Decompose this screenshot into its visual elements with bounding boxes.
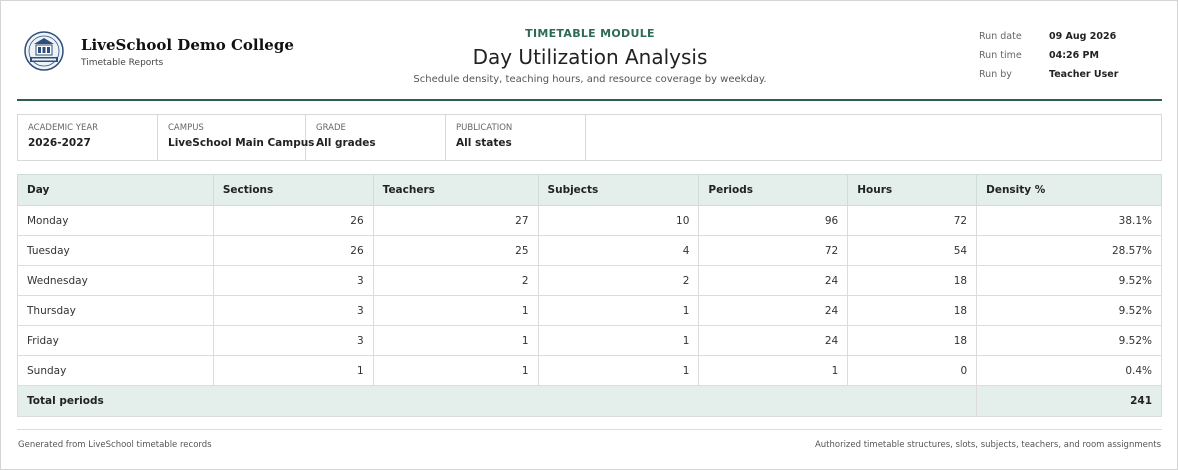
day-utilization-table: Day Sections Teachers Subjects Periods H…	[16, 174, 1162, 417]
total-value: 241	[976, 385, 1162, 417]
report-page: LiveSchool Demo College Timetable Report…	[0, 0, 1178, 470]
cell-sections: 3	[212, 265, 374, 296]
table-header-row: Day Sections Teachers Subjects Periods H…	[17, 174, 1162, 206]
column-header-sections: Sections	[212, 174, 374, 206]
cell-day: Sunday	[17, 355, 214, 386]
table-row: Sunday 1 1 1 1 0 0.4%	[17, 355, 1162, 386]
cell-periods: 96	[698, 205, 849, 236]
cell-day: Wednesday	[17, 265, 214, 296]
run-time-label: Run time	[979, 50, 1022, 61]
cell-subjects: 4	[537, 235, 700, 266]
cell-hours: 18	[847, 295, 978, 326]
cell-sections: 26	[212, 205, 374, 236]
run-by-value: Teacher User	[1049, 69, 1119, 80]
cell-day: Friday	[17, 325, 214, 356]
column-header-subjects: Subjects	[537, 174, 700, 206]
run-time-row: Run time 04:26 PM	[979, 46, 1118, 65]
table-row: Thursday 3 1 1 24 18 9.52%	[17, 295, 1162, 326]
run-by-row: Run by Teacher User	[979, 65, 1118, 84]
footer-source-note: Generated from LiveSchool timetable reco…	[18, 440, 212, 450]
cell-day: Monday	[17, 205, 214, 236]
cell-teachers: 27	[372, 205, 539, 236]
cell-density: 0.4%	[976, 355, 1162, 386]
table-row: Wednesday 3 2 2 24 18 9.52%	[17, 265, 1162, 296]
cell-day: Thursday	[17, 295, 214, 326]
cell-hours: 0	[847, 355, 978, 386]
run-by-label: Run by	[979, 69, 1012, 80]
cell-hours: 18	[847, 325, 978, 356]
report-description: Schedule density, teaching hours, and re…	[413, 74, 767, 85]
cell-density: 9.52%	[976, 295, 1162, 326]
cell-sections: 26	[212, 235, 374, 266]
cell-density: 38.1%	[976, 205, 1162, 236]
cell-periods: 1	[698, 355, 849, 386]
cell-periods: 24	[698, 325, 849, 356]
filter-grade: GRADE All grades	[306, 115, 446, 160]
footer-authorization-note: Authorized timetable structures, slots, …	[814, 440, 1161, 450]
filter-value: All grades	[316, 137, 376, 149]
column-header-periods: Periods	[698, 174, 849, 206]
cell-periods: 24	[698, 295, 849, 326]
filter-publication: PUBLICATION All states	[446, 115, 586, 160]
cell-subjects: 1	[537, 325, 700, 356]
filter-summary: ACADEMIC YEAR 2026-2027 CAMPUS LiveSchoo…	[17, 114, 1162, 161]
cell-sections: 3	[212, 325, 374, 356]
cell-teachers: 1	[372, 295, 539, 326]
cell-density: 9.52%	[976, 325, 1162, 356]
cell-periods: 72	[698, 235, 849, 266]
cell-density: 9.52%	[976, 265, 1162, 296]
filter-value: 2026-2027	[28, 137, 91, 149]
filter-label: CAMPUS	[168, 123, 204, 133]
page-title: Day Utilization Analysis	[472, 45, 708, 69]
column-header-hours: Hours	[847, 174, 978, 206]
cell-density: 28.57%	[976, 235, 1162, 266]
footer-divider	[17, 429, 1162, 430]
cell-hours: 54	[847, 235, 978, 266]
filter-value: All states	[456, 137, 512, 149]
report-title-block: TIMETABLE MODULE Day Utilization Analysi…	[380, 1, 800, 85]
cell-subjects: 10	[537, 205, 700, 236]
run-date-value: 09 Aug 2026	[1049, 31, 1117, 42]
filter-academic-year: ACADEMIC YEAR 2026-2027	[18, 115, 158, 160]
filter-label: PUBLICATION	[456, 123, 513, 133]
report-header: LiveSchool Demo College Timetable Report…	[17, 1, 1162, 101]
column-header-density: Density %	[976, 174, 1162, 206]
cell-day: Tuesday	[17, 235, 214, 266]
cell-periods: 24	[698, 265, 849, 296]
cell-teachers: 2	[372, 265, 539, 296]
school-subtitle: Timetable Reports	[81, 58, 164, 68]
run-info: Run date 09 Aug 2026 Run time 04:26 PM R…	[979, 27, 1118, 84]
cell-hours: 18	[847, 265, 978, 296]
cell-teachers: 25	[372, 235, 539, 266]
cell-subjects: 1	[537, 295, 700, 326]
cell-subjects: 2	[537, 265, 700, 296]
run-date-label: Run date	[979, 31, 1022, 42]
column-header-day: Day	[17, 174, 214, 206]
cell-teachers: 1	[372, 355, 539, 386]
school-name: LiveSchool Demo College	[81, 36, 294, 54]
total-label: Total periods	[16, 385, 978, 417]
table-row: Tuesday 26 25 4 72 54 28.57%	[17, 235, 1162, 266]
cell-teachers: 1	[372, 325, 539, 356]
school-crest-icon	[23, 29, 65, 73]
filter-value: LiveSchool Main Campus	[168, 137, 315, 149]
run-time-value: 04:26 PM	[1049, 50, 1099, 61]
module-label: TIMETABLE MODULE	[525, 27, 655, 40]
cell-hours: 72	[847, 205, 978, 236]
column-header-teachers: Teachers	[372, 174, 539, 206]
table-row: Friday 3 1 1 24 18 9.52%	[17, 325, 1162, 356]
filter-campus: CAMPUS LiveSchool Main Campus	[158, 115, 315, 160]
cell-sections: 1	[212, 355, 374, 386]
cell-sections: 3	[212, 295, 374, 326]
total-row: Total periods 241	[16, 385, 1162, 417]
cell-subjects: 1	[537, 355, 700, 386]
table-row: Monday 26 27 10 96 72 38.1%	[17, 205, 1162, 236]
run-date-row: Run date 09 Aug 2026	[979, 27, 1118, 46]
filter-label: ACADEMIC YEAR	[28, 123, 99, 133]
filter-label: GRADE	[316, 123, 346, 133]
